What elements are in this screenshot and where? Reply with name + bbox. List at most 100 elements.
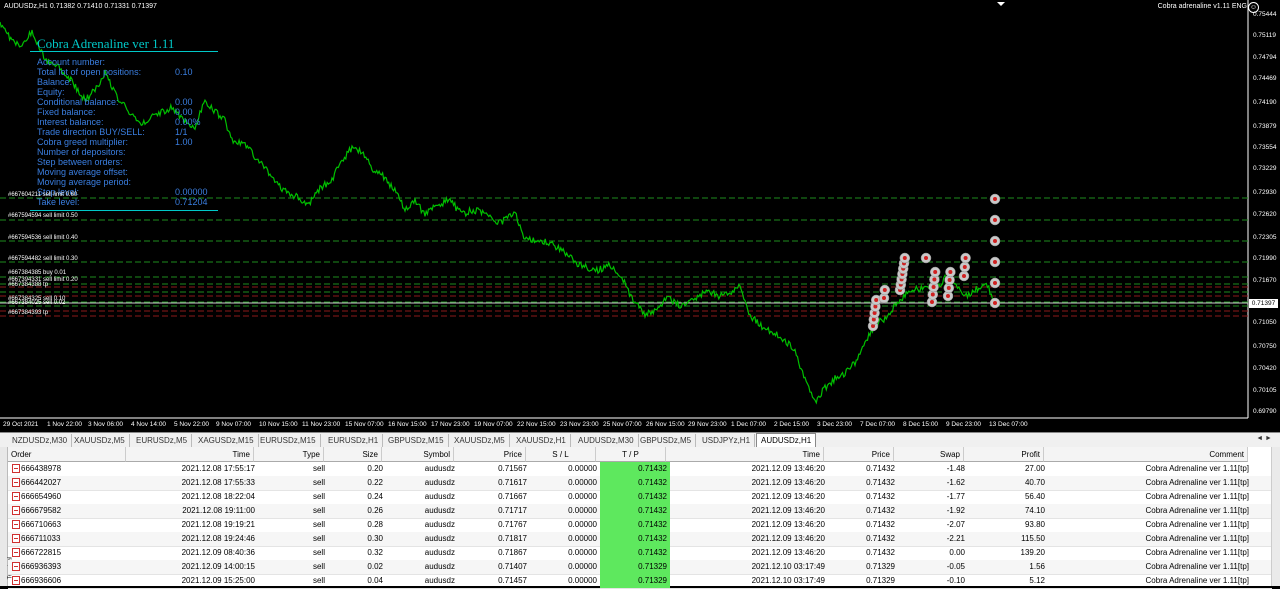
table-cell: 27.00 — [1024, 464, 1045, 473]
column-header[interactable]: Time — [666, 447, 824, 462]
chart-tab[interactable]: EURUSDz,H1 — [324, 434, 384, 447]
table-row[interactable]: 666710663 2021.12.08 19:19:21 sell 0.28 audu… — [8, 518, 1272, 533]
panel-row-label: Equity: — [37, 87, 65, 97]
panel-row-label: Moving average offset: — [37, 167, 128, 177]
column-header[interactable]: Price — [454, 447, 526, 462]
chart-tab[interactable]: XAUUSDz,M5 — [70, 434, 130, 447]
table-row[interactable]: 666679582 2021.12.08 19:11:00 sell 0.26 audu… — [8, 504, 1272, 519]
table-cell: 0.30 — [367, 534, 383, 543]
table-row[interactable]: 666711033 2021.12.08 19:24:46 sell 0.30 audu… — [8, 532, 1272, 547]
order-label: #667384388 tp — [8, 282, 49, 288]
table-cell: audusdz — [424, 534, 455, 543]
panel-row-value: 1.00 — [175, 137, 193, 147]
table-cell: 0.71432 — [866, 492, 895, 501]
chart-tab[interactable]: NZDUSDz,M30 — [8, 434, 73, 447]
time-tick: 2 Dec 15:00 — [774, 421, 810, 428]
table-row[interactable]: 666936393 2021.12.09 14:00:15 sell 0.02 audu… — [8, 560, 1272, 575]
panel-row-label: Interest balance: — [37, 117, 104, 127]
sell-order-marker-dot — [963, 256, 968, 260]
table-cell: 666711033 — [21, 534, 61, 543]
table-cell: 0.71329 — [866, 562, 895, 571]
chart-tab[interactable]: XAUUSDz,H1 — [512, 434, 571, 447]
table-row[interactable]: 666442027 2021.12.08 17:55:33 sell 0.22 audu… — [8, 476, 1272, 491]
sell-order-marker-dot — [946, 286, 951, 290]
terminal-side-strip[interactable]: Terminal — [0, 447, 13, 586]
panel-row-label: Conditional balance: — [37, 97, 119, 107]
table-row[interactable]: 666438978 2021.12.08 17:55:17 sell 0.20 audu… — [8, 462, 1272, 477]
column-header[interactable]: Swap — [894, 447, 964, 462]
panel-row-label: Number of depositors: — [37, 147, 126, 157]
chart-tab[interactable]: EURUSDz,M5 — [132, 434, 193, 447]
column-header[interactable]: Time — [126, 447, 254, 462]
column-header[interactable]: Size — [324, 447, 382, 462]
price-tick: 0.72305 — [1253, 234, 1277, 241]
table-cell: 2021.12.09 13:46:20 — [751, 464, 825, 473]
time-tick: 3 Dec 23:00 — [817, 421, 853, 428]
sell-order-marker-dot — [931, 285, 936, 289]
column-header[interactable]: T / P — [596, 447, 666, 462]
chart-tab[interactable]: USDJPYz,H1 — [698, 434, 756, 447]
table-cell: audusdz — [424, 492, 455, 501]
table-cell: 0.71717 — [498, 506, 527, 515]
panel-divider-bottom — [30, 210, 218, 211]
panel-row-label: Take level: — [37, 197, 80, 207]
price-chart[interactable] — [0, 0, 1280, 432]
time-tick: 29 Oct 2021 — [3, 421, 39, 428]
table-cell: 666722815 — [21, 548, 62, 557]
chart-tab[interactable]: AUDUSDz,H1 — [756, 433, 817, 448]
panel-row-value: 0.00 — [175, 97, 193, 107]
table-cell: 2021.12.09 13:46:20 — [751, 534, 825, 543]
table-cell: 0.71329 — [600, 560, 670, 574]
table-cell: sell — [312, 492, 325, 501]
panel-row-value: 0.00% — [175, 117, 201, 127]
table-cell: 2021.12.08 18:22:04 — [181, 492, 255, 501]
table-cell: sell — [312, 520, 325, 529]
chart-tab[interactable]: AUDUSDz,M30 — [574, 434, 639, 447]
column-header[interactable]: Symbol — [382, 447, 454, 462]
table-cell: 56.40 — [1024, 492, 1045, 501]
chart-tab[interactable]: EURUSDz,M15 — [256, 434, 321, 447]
table-cell: 0.71432 — [600, 546, 670, 560]
current-price-label: 0.71397 — [1249, 299, 1278, 308]
table-cell: -1.62 — [946, 478, 965, 487]
table-cell: 666936393 — [21, 562, 62, 571]
table-cell: 0.00000 — [568, 478, 597, 487]
chart-area[interactable]: AUDUSDz,H1 0.71382 0.71410 0.71331 0.713… — [0, 0, 1280, 432]
table-cell: 0.71432 — [866, 548, 895, 557]
vertical-scrollbar[interactable] — [1271, 447, 1280, 586]
price-tick: 0.73554 — [1253, 144, 1277, 151]
chart-tab[interactable]: GBPUSDz,M5 — [636, 434, 697, 447]
tabs-scroll-arrows[interactable]: ◄ ► — [1256, 435, 1272, 442]
chart-tab[interactable]: GBPUSDz,M15 — [384, 434, 449, 447]
table-cell: 0.71567 — [498, 464, 527, 473]
chart-tab[interactable]: XAGUSDz,M15 — [194, 434, 259, 447]
table-cell: Cobra Adrenaline ver 1.11[tp] — [1145, 464, 1249, 473]
sell-order-marker-dot — [902, 256, 907, 260]
column-header[interactable]: Price — [824, 447, 894, 462]
table-cell: sell — [312, 534, 325, 543]
panel-row-label: Total lot of open positions: — [37, 67, 142, 77]
time-tick: 16 Nov 15:00 — [388, 421, 427, 428]
table-cell: 0.22 — [367, 478, 383, 487]
chart-tab[interactable]: XAUUSDz,M5 — [450, 434, 510, 447]
price-tick: 0.74469 — [1253, 75, 1277, 82]
sell-order-marker-dot — [993, 260, 997, 264]
panel-row-value: 0.10 — [175, 67, 193, 77]
order-label: #667594536 sell limit 0.40 — [8, 235, 78, 241]
price-tick: 0.74190 — [1253, 99, 1277, 106]
column-header[interactable]: Profit — [964, 447, 1044, 462]
column-header[interactable]: Type — [254, 447, 324, 462]
table-cell: 0.71432 — [600, 504, 670, 518]
column-header[interactable]: S / L — [526, 447, 596, 462]
table-cell: 0.28 — [367, 520, 383, 529]
column-header[interactable]: Order — [8, 447, 126, 462]
price-tick: 0.73879 — [1253, 123, 1277, 130]
panel-row-label: Moving average period: — [37, 177, 132, 187]
table-cell: 0.32 — [367, 548, 383, 557]
table-row[interactable]: 666936606 2021.12.09 15:25:00 sell 0.04 audu… — [8, 574, 1272, 589]
table-row[interactable]: 666654960 2021.12.08 18:22:04 sell 0.24 audu… — [8, 490, 1272, 505]
table-row[interactable]: 666722815 2021.12.09 08:40:36 sell 0.32 audu… — [8, 546, 1272, 561]
column-header[interactable]: Comment — [1044, 447, 1248, 462]
table-cell: 0.71432 — [600, 476, 670, 490]
time-tick: 3 Nov 06:00 — [88, 421, 124, 428]
